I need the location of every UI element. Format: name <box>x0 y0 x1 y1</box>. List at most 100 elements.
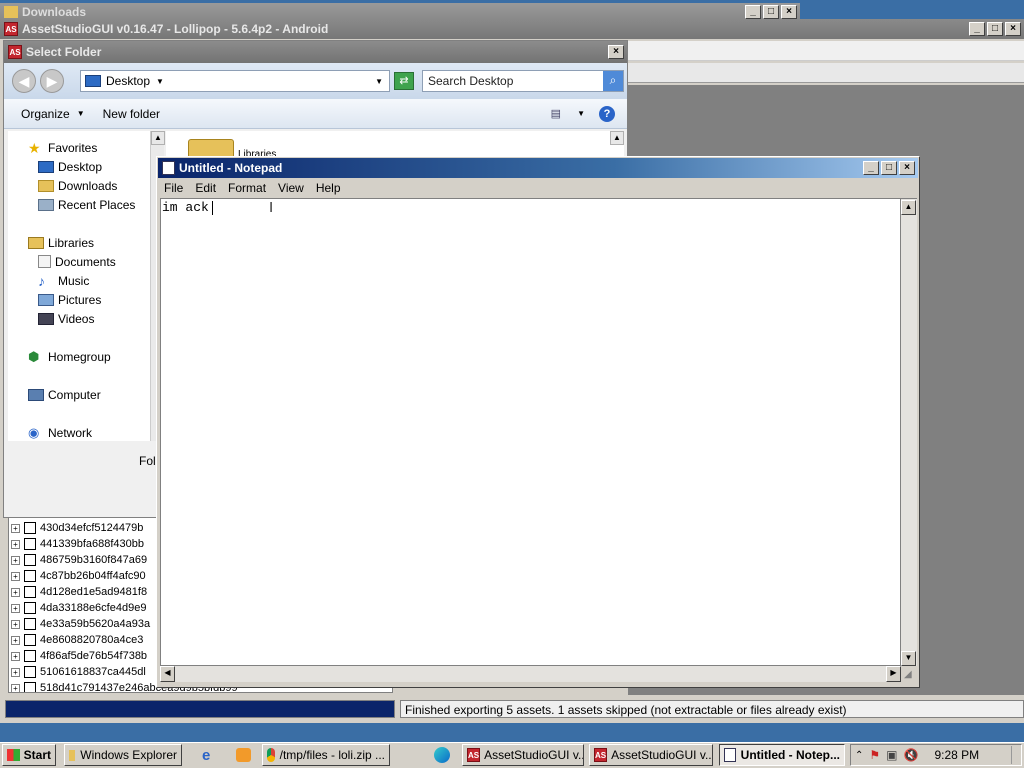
menu-edit[interactable]: Edit <box>189 181 222 195</box>
nav-documents[interactable]: Documents <box>38 252 116 271</box>
new-folder-button[interactable]: New folder <box>103 107 160 121</box>
expand-icon[interactable]: + <box>11 651 20 661</box>
minimize-button[interactable]: _ <box>863 161 879 175</box>
nav-videos[interactable]: Videos <box>38 309 94 328</box>
action-center-icon[interactable]: ⚑ <box>869 748 880 762</box>
ie-icon[interactable]: e <box>202 747 210 764</box>
nav-music[interactable]: ♪ Music <box>38 271 89 290</box>
address-bar[interactable]: Desktop ▼ ▼ <box>80 70 390 92</box>
minimize-button[interactable]: _ <box>745 5 761 19</box>
scroll-up-arrow[interactable]: ▲ <box>901 200 916 215</box>
tree-checkbox[interactable] <box>24 586 36 598</box>
expand-icon[interactable]: + <box>11 683 20 692</box>
tree-label: 441339bfa688f430bb <box>40 538 144 550</box>
chevron-down-icon[interactable]: ▼ <box>577 109 585 118</box>
nav-favorites[interactable]: ★ Favorites <box>28 138 97 157</box>
notepad-titlebar[interactable]: Untitled - Notepad _ □ × <box>158 158 918 178</box>
scroll-down-arrow[interactable]: ▼ <box>901 651 916 666</box>
edge-icon[interactable] <box>434 747 450 763</box>
close-button[interactable]: × <box>899 161 915 175</box>
volume-icon[interactable]: 🔇 <box>904 748 919 762</box>
tree-checkbox[interactable] <box>24 602 36 614</box>
help-icon[interactable]: ? <box>599 105 615 122</box>
media-player-icon[interactable] <box>236 748 251 762</box>
select-folder-titlebar[interactable]: AS Select Folder × <box>4 41 627 63</box>
close-button[interactable]: × <box>608 45 624 59</box>
search-icon[interactable]: ⌕ <box>603 71 623 91</box>
scroll-right-arrow[interactable]: ▶ <box>886 666 901 682</box>
nav-desktop[interactable]: Desktop <box>38 157 102 176</box>
nav-computer[interactable]: Computer <box>28 385 101 404</box>
nav-libraries[interactable]: Libraries <box>28 233 94 252</box>
notepad-content: im ack <box>162 200 209 215</box>
address-location: Desktop <box>106 74 151 88</box>
expand-icon[interactable]: + <box>11 587 20 597</box>
select-folder-title: Select Folder <box>26 45 102 59</box>
maximize-button[interactable]: □ <box>763 5 779 19</box>
nav-homegroup[interactable]: ⬢ Homegroup <box>28 347 111 366</box>
close-button[interactable]: × <box>781 5 797 19</box>
nav-recent-places[interactable]: Recent Places <box>38 195 135 214</box>
expand-icon[interactable]: + <box>11 523 20 533</box>
expand-icon[interactable]: + <box>11 635 20 645</box>
menu-help[interactable]: Help <box>310 181 347 195</box>
expand-icon[interactable]: + <box>11 571 20 581</box>
chevron-down-icon[interactable]: ▼ <box>156 77 164 86</box>
expand-icon[interactable]: + <box>11 603 20 613</box>
expand-icon[interactable]: + <box>11 555 20 565</box>
tree-checkbox[interactable] <box>24 682 36 692</box>
show-hidden-icons-icon[interactable]: ⌃ <box>855 750 863 761</box>
navigation-pane[interactable]: ★ Favorites Desktop Downloads Recent Plac… <box>8 131 150 441</box>
organize-button[interactable]: Organize ▼ <box>21 107 85 121</box>
tree-checkbox[interactable] <box>24 666 36 678</box>
taskbar-assetstudio-2[interactable]: AS AssetStudioGUI v... <box>589 744 713 766</box>
tree-label: 486759b3160f847a69 <box>40 554 148 566</box>
menu-view[interactable]: View <box>272 181 310 195</box>
scroll-left-arrow[interactable]: ◀ <box>160 666 175 682</box>
tree-checkbox[interactable] <box>24 570 36 582</box>
notepad-text-area[interactable]: im ack I <box>160 198 901 666</box>
tree-checkbox[interactable] <box>24 554 36 566</box>
tree-checkbox[interactable] <box>24 538 36 550</box>
back-button[interactable]: ◀ <box>12 69 36 93</box>
search-input[interactable]: Search Desktop ⌕ <box>422 70 624 92</box>
view-options-icon[interactable]: ▤ <box>551 107 561 120</box>
vertical-scrollbar[interactable]: ▲ ▼ <box>901 198 917 666</box>
expand-icon[interactable]: + <box>11 539 20 549</box>
show-desktop-button[interactable] <box>1011 746 1021 764</box>
taskbar-windows-explorer[interactable]: Windows Explorer <box>64 744 182 766</box>
tree-label: 4c87bb26b04ff4afc90 <box>40 570 146 582</box>
nav-network[interactable]: ◉ Network <box>28 423 92 441</box>
nav-label: Music <box>58 273 90 288</box>
horizontal-scrollbar[interactable]: ◀ ▶ <box>160 666 901 682</box>
scroll-up-arrow[interactable]: ▲ <box>610 131 624 145</box>
start-button[interactable]: Start <box>2 744 56 766</box>
nav-pictures[interactable]: Pictures <box>38 290 101 309</box>
nav-downloads[interactable]: Downloads <box>38 176 117 195</box>
clock[interactable]: 9:28 PM <box>934 748 979 762</box>
network-tray-icon[interactable]: ▣ <box>886 748 897 762</box>
tree-checkbox[interactable] <box>24 650 36 662</box>
resize-grip[interactable]: ◢ <box>904 669 912 680</box>
taskbar-chrome[interactable]: /tmp/files - loli.zip ... <box>262 744 390 766</box>
tree-checkbox[interactable] <box>24 618 36 630</box>
taskbar-assetstudio-1[interactable]: AS AssetStudioGUI v... <box>462 744 584 766</box>
scroll-up-arrow[interactable]: ▲ <box>151 131 165 145</box>
close-button[interactable]: × <box>1005 22 1021 36</box>
refresh-button[interactable]: ⇄ <box>394 72 414 90</box>
chrome-icon <box>267 748 275 762</box>
tree-checkbox[interactable] <box>24 522 36 534</box>
taskbar-notepad[interactable]: Untitled - Notep... <box>719 744 845 766</box>
maximize-button[interactable]: □ <box>881 161 897 175</box>
expand-icon[interactable]: + <box>11 619 20 629</box>
forward-button[interactable]: ▶ <box>40 69 64 93</box>
tree-checkbox[interactable] <box>24 634 36 646</box>
expand-icon[interactable]: + <box>11 667 20 677</box>
taskbar-label: AssetStudioGUI v... <box>611 748 713 762</box>
menu-file[interactable]: File <box>158 181 189 195</box>
assetstudio-titlebar[interactable]: AS AssetStudioGUI v0.16.47 - Lollipop - … <box>0 19 1024 39</box>
minimize-button[interactable]: _ <box>969 22 985 36</box>
menu-format[interactable]: Format <box>222 181 272 195</box>
address-dropdown-icon[interactable]: ▼ <box>375 77 383 86</box>
maximize-button[interactable]: □ <box>987 22 1003 36</box>
